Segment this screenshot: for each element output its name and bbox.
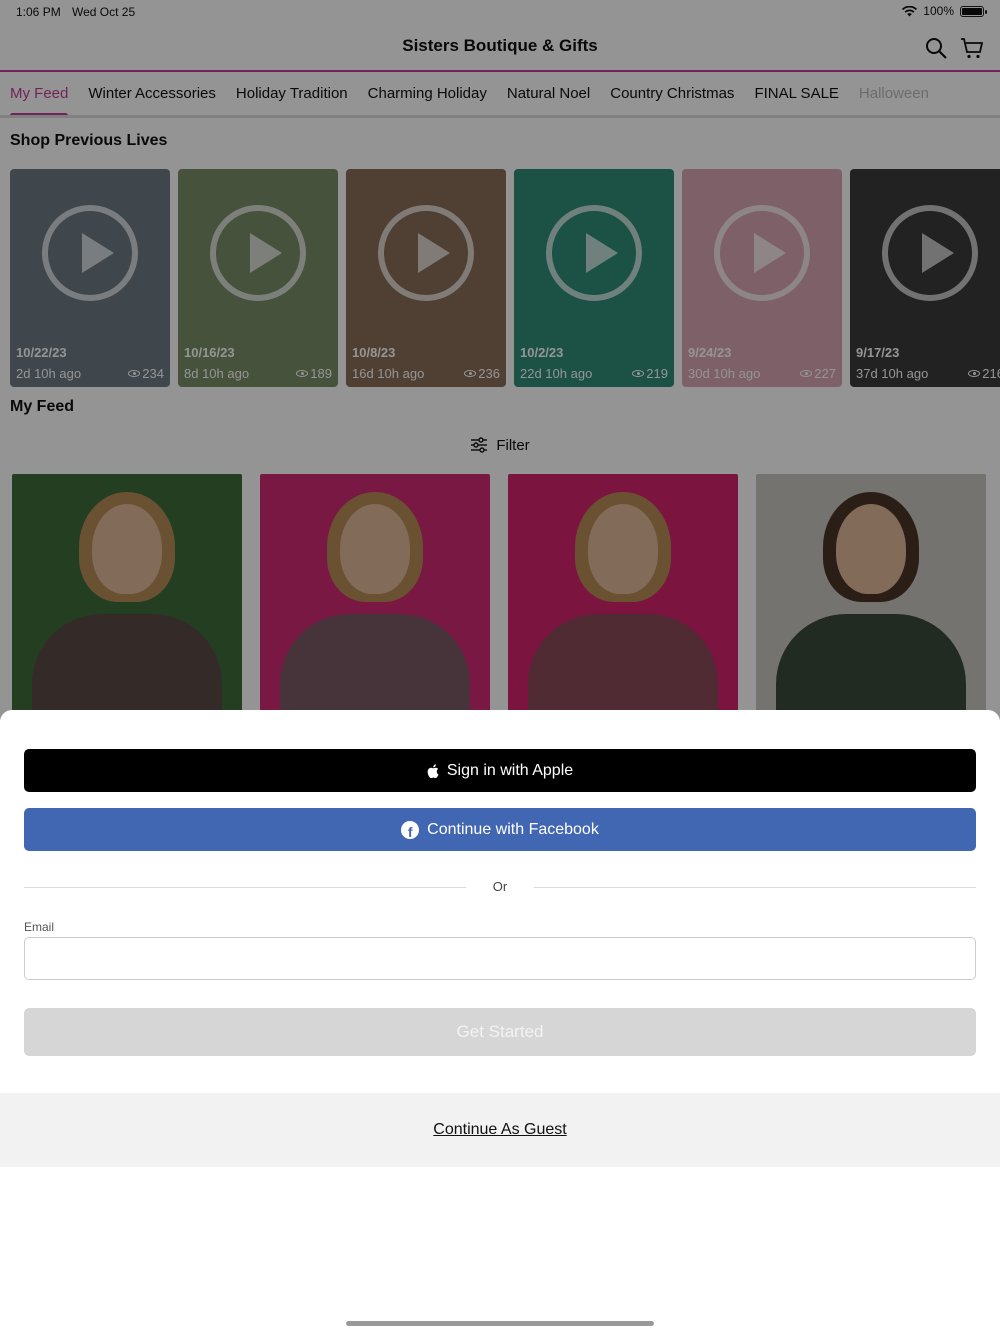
play-icon — [714, 205, 810, 301]
live-video-card[interactable]: 9/24/23 30d 10h ago 227 — [682, 169, 842, 387]
tab-country-christmas[interactable]: Country Christmas — [610, 74, 734, 115]
play-icon — [546, 205, 642, 301]
battery-icon — [960, 5, 987, 17]
get-started-label: Get Started — [456, 1022, 544, 1041]
product-photo-face — [92, 504, 162, 594]
status-date: Wed Oct 25 — [72, 5, 136, 19]
live-time-ago: 22d 10h ago — [520, 366, 593, 381]
divider — [534, 887, 976, 888]
live-time-ago: 8d 10h ago — [184, 366, 250, 381]
view-count: 234 — [142, 366, 164, 381]
live-date: 9/24/23 — [688, 345, 732, 360]
live-views: 236 — [464, 366, 500, 381]
feed-grid — [12, 474, 986, 720]
home-indicator[interactable] — [346, 1321, 654, 1326]
view-count: 227 — [814, 366, 836, 381]
continue-with-facebook-button[interactable]: f Continue with Facebook — [24, 808, 976, 851]
filter-icon — [471, 437, 488, 453]
live-video-card[interactable]: 10/2/23 22d 10h ago 219 — [514, 169, 674, 387]
status-indicators: 100% — [902, 4, 987, 18]
live-views: 219 — [632, 366, 668, 381]
status-time: 1:06 PM — [16, 5, 61, 19]
battery-percent: 100% — [923, 4, 954, 18]
product-card[interactable] — [756, 474, 986, 720]
signin-sheet: Sign in with Apple f Continue with Faceb… — [0, 710, 1000, 1334]
live-date: 10/8/23 — [352, 345, 396, 360]
nav-bar: Sisters Boutique & Gifts — [0, 28, 1000, 72]
eye-icon — [128, 370, 141, 377]
live-date: 10/16/23 — [184, 345, 235, 360]
product-photo-face — [588, 504, 658, 594]
tab-final-sale[interactable]: FINAL SALE — [754, 74, 838, 115]
product-card[interactable] — [260, 474, 490, 720]
my-feed-heading: My Feed — [10, 398, 75, 415]
get-started-button[interactable]: Get Started — [24, 1008, 976, 1056]
live-video-card[interactable]: 10/8/23 16d 10h ago 236 — [346, 169, 506, 387]
live-time-ago: 2d 10h ago — [16, 366, 82, 381]
play-icon — [42, 205, 138, 301]
play-icon — [378, 205, 474, 301]
eye-icon — [968, 370, 981, 377]
email-field[interactable] — [24, 937, 976, 980]
play-icon — [882, 205, 978, 301]
guest-area: Continue As Guest — [0, 1093, 1000, 1167]
live-date: 9/17/23 — [856, 345, 900, 360]
tab-natural-noel[interactable]: Natural Noel — [507, 74, 590, 115]
play-icon — [210, 205, 306, 301]
facebook-icon: f — [401, 820, 420, 839]
live-video-card[interactable]: 10/22/23 2d 10h ago 234 — [10, 169, 170, 387]
live-time-ago: 16d 10h ago — [352, 366, 425, 381]
eye-icon — [800, 370, 813, 377]
apple-button-label: Sign in with Apple — [446, 761, 574, 779]
filter-button[interactable]: Filter — [0, 436, 1000, 454]
product-photo-garment — [280, 614, 470, 720]
apple-icon — [427, 763, 439, 778]
email-label: Email — [24, 920, 55, 934]
filter-label: Filter — [496, 436, 530, 454]
cart-icon[interactable] — [960, 36, 984, 60]
eye-icon — [464, 370, 477, 377]
live-views: 227 — [800, 366, 836, 381]
tab-winter-accessories[interactable]: Winter Accessories — [88, 74, 216, 115]
facebook-button-label: Continue with Facebook — [427, 820, 599, 838]
live-date: 10/2/23 — [520, 345, 564, 360]
product-card[interactable] — [508, 474, 738, 720]
live-time-ago: 37d 10h ago — [856, 366, 929, 381]
search-icon[interactable] — [924, 36, 948, 60]
view-count: 216 — [982, 366, 1000, 381]
page-title: Sisters Boutique & Gifts — [402, 36, 598, 55]
previous-lives-carousel[interactable]: 10/22/23 2d 10h ago 234 10/16/23 8d 10h ago 1… — [10, 169, 1000, 387]
tab-my-feed[interactable]: My Feed — [10, 74, 69, 115]
wifi-icon — [902, 5, 918, 16]
tab-holiday-tradition[interactable]: Holiday Tradition — [236, 74, 348, 115]
product-photo-face — [340, 504, 410, 594]
category-tabs: My Feed Winter Accessories Holiday Traditi… — [0, 74, 1000, 118]
status-bar: 1:06 PM Wed Oct 25 100% — [0, 0, 1000, 24]
previous-lives-heading: Shop Previous Lives — [10, 132, 168, 149]
product-card[interactable] — [12, 474, 242, 720]
live-date: 10/22/23 — [16, 345, 67, 360]
tab-charming-holiday[interactable]: Charming Holiday — [368, 74, 487, 115]
product-photo-face — [836, 504, 906, 594]
tab-halloween[interactable]: Halloween — [859, 74, 929, 115]
live-video-card[interactable]: 10/16/23 8d 10h ago 189 — [178, 169, 338, 387]
live-views: 216 — [968, 366, 1000, 381]
view-count: 236 — [478, 366, 500, 381]
view-count: 189 — [310, 366, 332, 381]
live-video-card[interactable]: 9/17/23 37d 10h ago 216 — [850, 169, 1000, 387]
product-photo-garment — [776, 614, 966, 720]
sign-in-with-apple-button[interactable]: Sign in with Apple — [24, 749, 976, 792]
live-time-ago: 30d 10h ago — [688, 366, 761, 381]
view-count: 219 — [646, 366, 668, 381]
product-photo-garment — [528, 614, 718, 720]
continue-as-guest-link[interactable]: Continue As Guest — [433, 1121, 566, 1139]
eye-icon — [296, 370, 309, 377]
product-photo-garment — [32, 614, 222, 720]
app-background: 1:06 PM Wed Oct 25 100% Sisters Boutique… — [0, 0, 1000, 720]
battery-fill — [962, 7, 982, 15]
eye-icon — [632, 370, 645, 377]
live-views: 189 — [296, 366, 332, 381]
live-views: 234 — [128, 366, 164, 381]
